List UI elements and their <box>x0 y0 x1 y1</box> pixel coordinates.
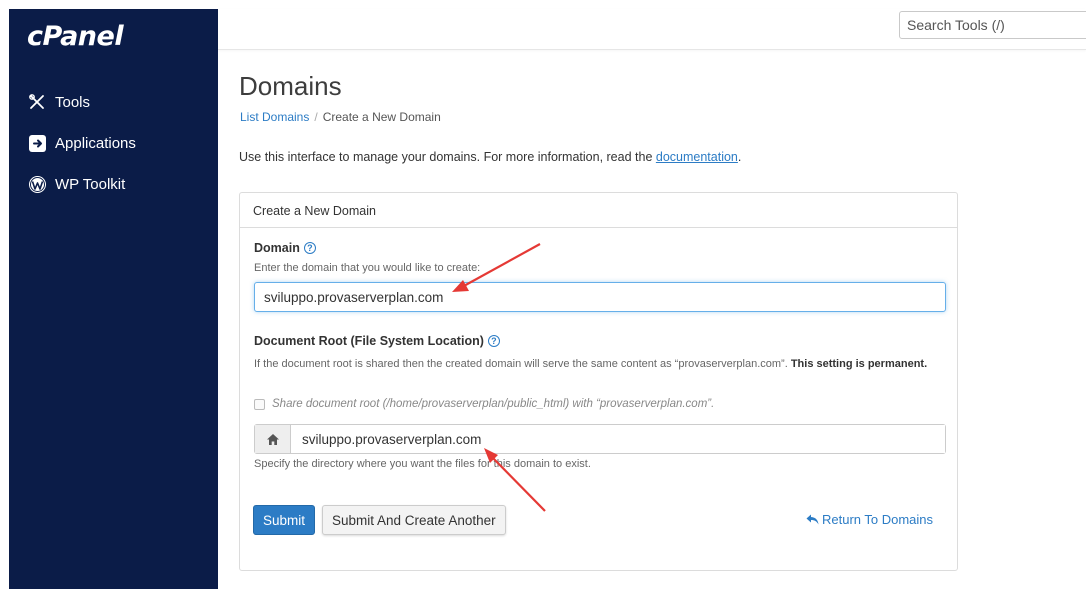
share-document-root-row[interactable]: Share document root (/home/provaserverpl… <box>254 398 714 410</box>
breadcrumb: List Domains / Create a New Domain <box>240 110 441 124</box>
domain-label-text: Domain <box>254 241 300 255</box>
home-icon <box>255 425 291 453</box>
reply-arrow-icon <box>806 514 819 525</box>
sidebar-item-tools[interactable]: Tools <box>27 91 90 113</box>
document-root-label: Document Root (File System Location) ? <box>254 334 500 348</box>
sidebar-item-label: WP Toolkit <box>55 175 126 193</box>
create-domain-panel: Create a New Domain Domain ? Enter the d… <box>239 192 958 571</box>
sidebar: cPanel Tools Applications WP Toolkit <box>9 9 218 589</box>
help-icon[interactable]: ? <box>303 242 316 254</box>
applications-icon <box>27 133 47 153</box>
cpanel-logo[interactable]: cPanel <box>27 21 124 52</box>
document-root-label-text: Document Root (File System Location) <box>254 334 484 348</box>
intro-text: Use this interface to manage your domain… <box>239 150 741 164</box>
document-root-input-group <box>254 424 946 454</box>
documentation-link[interactable]: documentation <box>656 150 738 164</box>
share-document-root-checkbox[interactable] <box>254 398 265 410</box>
page-title: Domains <box>239 71 342 101</box>
help-icon[interactable]: ? <box>487 335 500 347</box>
breadcrumb-current: Create a New Domain <box>322 110 441 124</box>
breadcrumb-separator: / <box>314 110 318 124</box>
domain-input[interactable] <box>254 282 946 312</box>
domain-help-text: Enter the domain that you would like to … <box>254 262 481 274</box>
sidebar-item-wp-toolkit[interactable]: WP Toolkit <box>27 173 125 195</box>
share-document-root-label: Share document root (/home/provaserverpl… <box>272 398 715 410</box>
sidebar-item-applications[interactable]: Applications <box>27 132 136 154</box>
intro-text-end: . <box>737 150 742 164</box>
sidebar-item-label: Applications <box>55 134 136 152</box>
submit-and-create-another-button[interactable]: Submit And Create Another <box>322 505 506 535</box>
return-to-domains-label: Return To Domains <box>822 512 934 527</box>
breadcrumb-list-domains-link[interactable]: List Domains <box>240 110 309 124</box>
document-root-input[interactable] <box>291 425 945 453</box>
sidebar-item-label: Tools <box>55 93 91 111</box>
document-root-help-main: If the document root is shared then the … <box>254 358 791 370</box>
wordpress-icon <box>27 174 47 194</box>
intro-text-main: Use this interface to manage your domain… <box>239 150 656 164</box>
tools-icon <box>27 92 47 112</box>
domain-label: Domain ? <box>254 241 316 255</box>
document-root-help-text: If the document root is shared then the … <box>254 357 944 372</box>
submit-button[interactable]: Submit <box>253 505 316 535</box>
top-bar <box>218 9 1086 50</box>
return-to-domains-link[interactable]: Return To Domains <box>806 512 933 527</box>
document-root-help-bold: This setting is permanent. <box>790 358 928 370</box>
panel-title: Create a New Domain <box>240 193 957 228</box>
document-root-hint: Specify the directory where you want the… <box>254 458 591 470</box>
search-tools-input[interactable] <box>899 11 1086 39</box>
